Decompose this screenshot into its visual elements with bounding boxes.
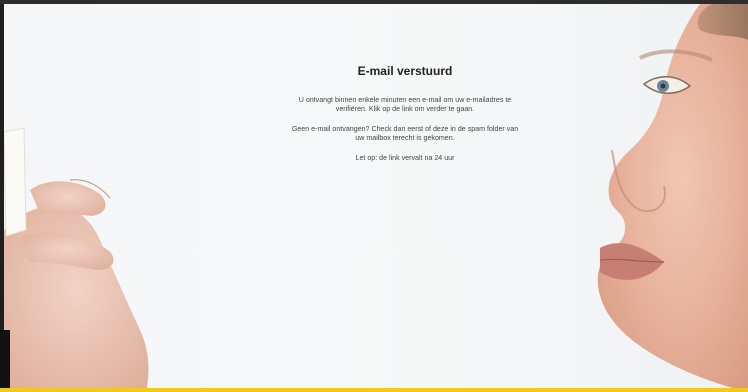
verification-line-1: U ontvangt binnen enkele minuten een e-m… [298,96,512,104]
spam-folder-hint: Geen e-mail ontvangen? Check dan eerst o… [255,125,555,144]
spam-hint-line-1: Geen e-mail ontvangen? Check dan eerst o… [291,124,519,133]
link-expiry-note: Let op: de link vervalt na 24 uur [355,153,455,162]
verification-line-2: verifiëren. Klik op de link om verder te… [335,105,475,114]
spam-hint-line-2: uw mailbox terecht is gekomen. [355,134,455,143]
top-border [0,0,748,4]
confirmation-message: E-mail verstuurd U ontvangt binnen enkel… [255,64,555,173]
bottom-accent-stripe [0,388,748,392]
confirmation-title: E-mail verstuurd [357,64,453,78]
email-sent-page: E-mail verstuurd U ontvangt binnen enkel… [0,0,748,392]
hero-background-photo [3,4,748,392]
verification-instructions: U ontvangt binnen enkele minuten een e-m… [255,96,555,115]
left-edge-accent [0,330,10,388]
